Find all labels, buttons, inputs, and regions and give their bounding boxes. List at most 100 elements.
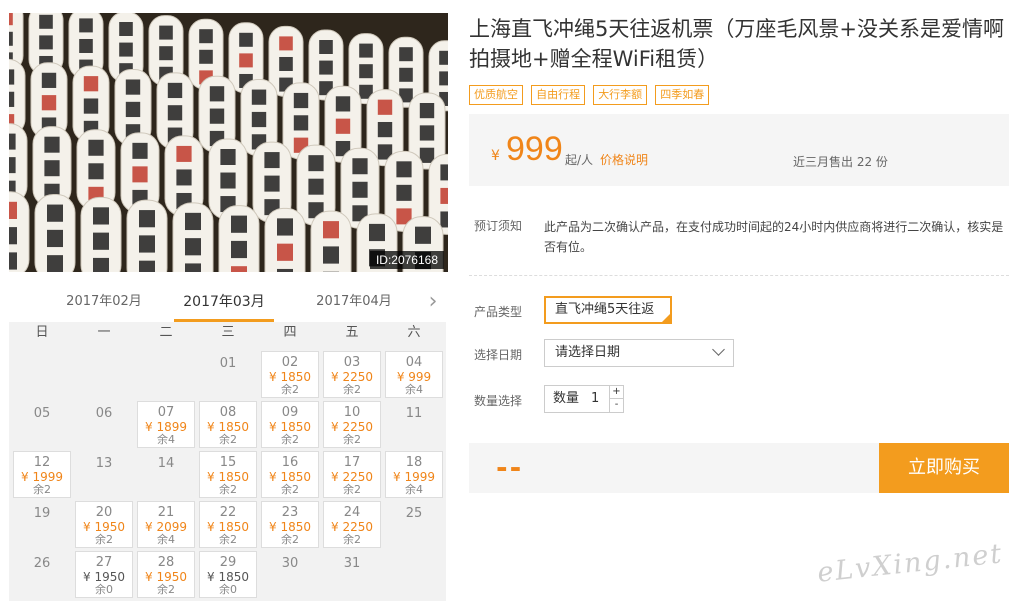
product-type-value: 直飞冲绳5天往返 — [555, 302, 655, 317]
day-stock: 余2 — [281, 433, 299, 447]
day-price: ¥ 1999 — [393, 469, 435, 484]
day-number: 03 — [343, 355, 361, 370]
calendar-day: 27 ¥ 1950 余0 — [75, 551, 133, 598]
day-price: ¥ 1850 — [269, 469, 311, 484]
calendar-day[interactable]: 02 ¥ 1850 余2 — [261, 351, 319, 398]
day-price: ¥ 1899 — [145, 419, 187, 434]
calendar-day: 29 ¥ 1850 余0 — [199, 551, 257, 598]
buy-now-button[interactable]: 立即购买 — [879, 443, 1009, 493]
tab-month-current[interactable]: 2017年03月 — [174, 286, 274, 322]
day-number: 29 — [219, 555, 237, 570]
calendar-day[interactable]: 24 ¥ 2250 余2 — [323, 501, 381, 548]
day-number: 04 — [405, 355, 423, 370]
day-number: 09 — [281, 405, 299, 420]
date-select[interactable]: 请选择日期 — [544, 339, 734, 367]
divider — [469, 275, 1009, 276]
date-label: 选择日期 — [474, 348, 523, 362]
quantity-text: 数量 — [553, 391, 580, 406]
day-number: 28 — [157, 555, 175, 570]
day-number: 10 — [343, 405, 361, 420]
day-stock: 余2 — [343, 383, 361, 397]
product-type-option[interactable]: 直飞冲绳5天往返 ✓ — [544, 296, 672, 324]
day-number: 18 — [405, 455, 423, 470]
day-number: 22 — [219, 505, 237, 520]
chevron-down-icon — [712, 343, 725, 356]
currency-symbol: ¥ — [491, 148, 500, 164]
price-box: ¥ 999 起/人 价格说明 近三月售出 22 份 — [469, 114, 1009, 186]
calendar-day[interactable]: 15 ¥ 1850 余2 — [199, 451, 257, 498]
day-number: 11 — [405, 406, 423, 421]
day-price: ¥ 1999 — [21, 469, 63, 484]
day-number: 15 — [219, 455, 237, 470]
calendar-day[interactable]: 12 ¥ 1999 余2 — [13, 451, 71, 498]
feature-tags: 优质航空 自由行程 大行李额 四季如春 — [469, 83, 712, 105]
calendar-day[interactable]: 04 ¥ 999 余4 — [385, 351, 443, 398]
lantern — [34, 194, 76, 272]
lantern — [9, 191, 30, 272]
tag: 优质航空 — [469, 85, 523, 105]
day-price: ¥ 1950 — [83, 569, 125, 584]
calendar-day[interactable]: 22 ¥ 1850 余2 — [199, 501, 257, 548]
day-price: ¥ 999 — [396, 369, 432, 384]
day-stock: 余2 — [157, 583, 175, 597]
calendar-day: 11 — [385, 401, 443, 448]
day-number: 30 — [281, 556, 299, 571]
day-stock: 余4 — [157, 533, 175, 547]
buy-bar: -- 立即购买 — [469, 443, 1009, 493]
calendar-day[interactable]: 23 ¥ 1850 余2 — [261, 501, 319, 548]
day-number: 25 — [405, 506, 423, 521]
calendar-day[interactable]: 20 ¥ 1950 余2 — [75, 501, 133, 548]
day-number: 12 — [33, 455, 51, 470]
weekday-header: 三 — [221, 325, 235, 340]
calendar-day[interactable]: 03 ¥ 2250 余2 — [323, 351, 381, 398]
calendar-day: 30 — [261, 551, 319, 598]
price-amount: 999 — [506, 130, 563, 168]
month-tabs: 2017年02月 2017年03月 2017年04月 › — [9, 286, 449, 322]
calendar-day[interactable]: 07 ¥ 1899 余4 — [137, 401, 195, 448]
notice-text: 此产品为二次确认产品，在支付成功时间起的24小时内供应商将进行二次确认，核实是否… — [544, 220, 1004, 254]
day-price: ¥ 1850 — [207, 569, 249, 584]
day-stock: 余2 — [219, 433, 237, 447]
price-explain-link[interactable]: 价格说明 — [600, 151, 648, 168]
calendar-day[interactable]: 08 ¥ 1850 余2 — [199, 401, 257, 448]
calendar-day[interactable]: 28 ¥ 1950 余2 — [137, 551, 195, 598]
day-number: 08 — [219, 405, 237, 420]
lantern — [218, 205, 260, 272]
day-price: ¥ 1850 — [269, 369, 311, 384]
day-price: ¥ 2250 — [331, 369, 373, 384]
quantity-value[interactable]: 1 — [591, 386, 599, 412]
calendar-day: 05 — [13, 401, 71, 448]
chevron-right-icon[interactable]: › — [423, 288, 443, 318]
day-stock: 余0 — [219, 583, 237, 597]
price-unit: 起/人 — [565, 153, 594, 167]
calendar-day[interactable]: 21 ¥ 2099 余4 — [137, 501, 195, 548]
day-number: 16 — [281, 455, 299, 470]
quantity-plus-button[interactable]: + — [609, 386, 623, 399]
day-stock: 余2 — [219, 483, 237, 497]
calendar-day[interactable]: 09 ¥ 1850 余2 — [261, 401, 319, 448]
calendar-day: 13 — [75, 451, 133, 498]
quantity-minus-button[interactable]: - — [609, 399, 623, 412]
day-price: ¥ 1850 — [207, 419, 249, 434]
calendar-day[interactable]: 16 ¥ 1850 余2 — [261, 451, 319, 498]
lantern — [310, 210, 352, 272]
tag: 自由行程 — [531, 85, 586, 105]
calendar-day[interactable]: 17 ¥ 2250 余2 — [323, 451, 381, 498]
product-page: ID:2076168 2017年02月 2017年03月 2017年04月 › … — [0, 0, 1022, 601]
day-stock: 余0 — [95, 583, 113, 597]
calendar-day[interactable]: 10 ¥ 2250 余2 — [323, 401, 381, 448]
day-number: 31 — [343, 556, 361, 571]
day-number: 20 — [95, 505, 113, 520]
day-stock: 余4 — [157, 433, 175, 447]
day-price: ¥ 2250 — [331, 519, 373, 534]
day-price: ¥ 2250 — [331, 419, 373, 434]
tab-month-prev[interactable]: 2017年02月 — [49, 286, 159, 322]
day-number: 02 — [281, 355, 299, 370]
tab-month-next[interactable]: 2017年04月 — [299, 286, 409, 322]
calendar-day: 31 — [323, 551, 381, 598]
calendar-day: 14 — [137, 451, 195, 498]
calendar-day: 06 — [75, 401, 133, 448]
calendar-day[interactable]: 18 ¥ 1999 余4 — [385, 451, 443, 498]
day-price: ¥ 1850 — [207, 469, 249, 484]
weekday-header: 六 — [407, 325, 421, 340]
